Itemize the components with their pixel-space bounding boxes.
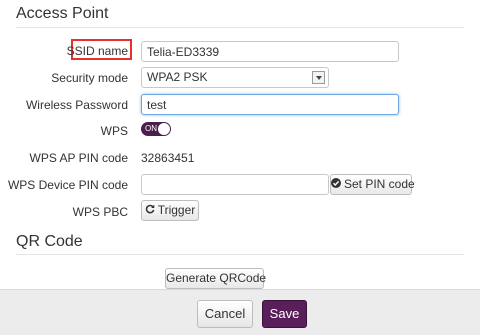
set-pin-code-button[interactable]: Set PIN code bbox=[330, 174, 415, 195]
footer-bar: Cancel Save bbox=[0, 289, 480, 335]
security-mode-label: Security mode bbox=[51, 71, 128, 85]
cancel-button[interactable]: Cancel bbox=[197, 300, 253, 328]
wps-ap-pin-value: 32863451 bbox=[141, 151, 195, 165]
chevron-down-icon bbox=[312, 71, 325, 84]
set-pin-code-label: Set PIN code bbox=[344, 177, 415, 191]
qr-code-title: QR Code bbox=[16, 233, 83, 250]
trigger-button[interactable]: Trigger bbox=[141, 200, 199, 221]
security-mode-value: WPA2 PSK bbox=[147, 70, 208, 84]
toggle-knob bbox=[158, 123, 170, 135]
access-point-title: Access Point bbox=[16, 5, 109, 22]
ssid-input[interactable] bbox=[141, 41, 399, 62]
wps-device-pin-label: WPS Device PIN code bbox=[7, 178, 128, 192]
wps-pbc-label: WPS PBC bbox=[72, 205, 128, 219]
wps-ap-pin-label: WPS AP PIN code bbox=[29, 151, 129, 165]
wireless-password-input[interactable] bbox=[141, 94, 399, 115]
ssid-label: SSID name bbox=[66, 44, 128, 58]
save-button[interactable]: Save bbox=[262, 300, 307, 328]
wps-toggle-text: ON bbox=[145, 124, 157, 133]
section-divider bbox=[16, 254, 464, 255]
section-divider bbox=[16, 27, 464, 28]
refresh-icon bbox=[145, 201, 155, 220]
wireless-password-label: Wireless Password bbox=[25, 98, 128, 112]
wps-label: WPS bbox=[100, 124, 128, 138]
check-circle-icon bbox=[331, 175, 341, 194]
wps-toggle[interactable]: ON bbox=[141, 122, 171, 136]
trigger-label: Trigger bbox=[157, 203, 196, 217]
wps-device-pin-input[interactable] bbox=[141, 174, 329, 195]
generate-qrcode-button[interactable]: Generate QRCode bbox=[165, 268, 266, 289]
security-mode-select[interactable]: WPA2 PSK bbox=[141, 67, 329, 88]
